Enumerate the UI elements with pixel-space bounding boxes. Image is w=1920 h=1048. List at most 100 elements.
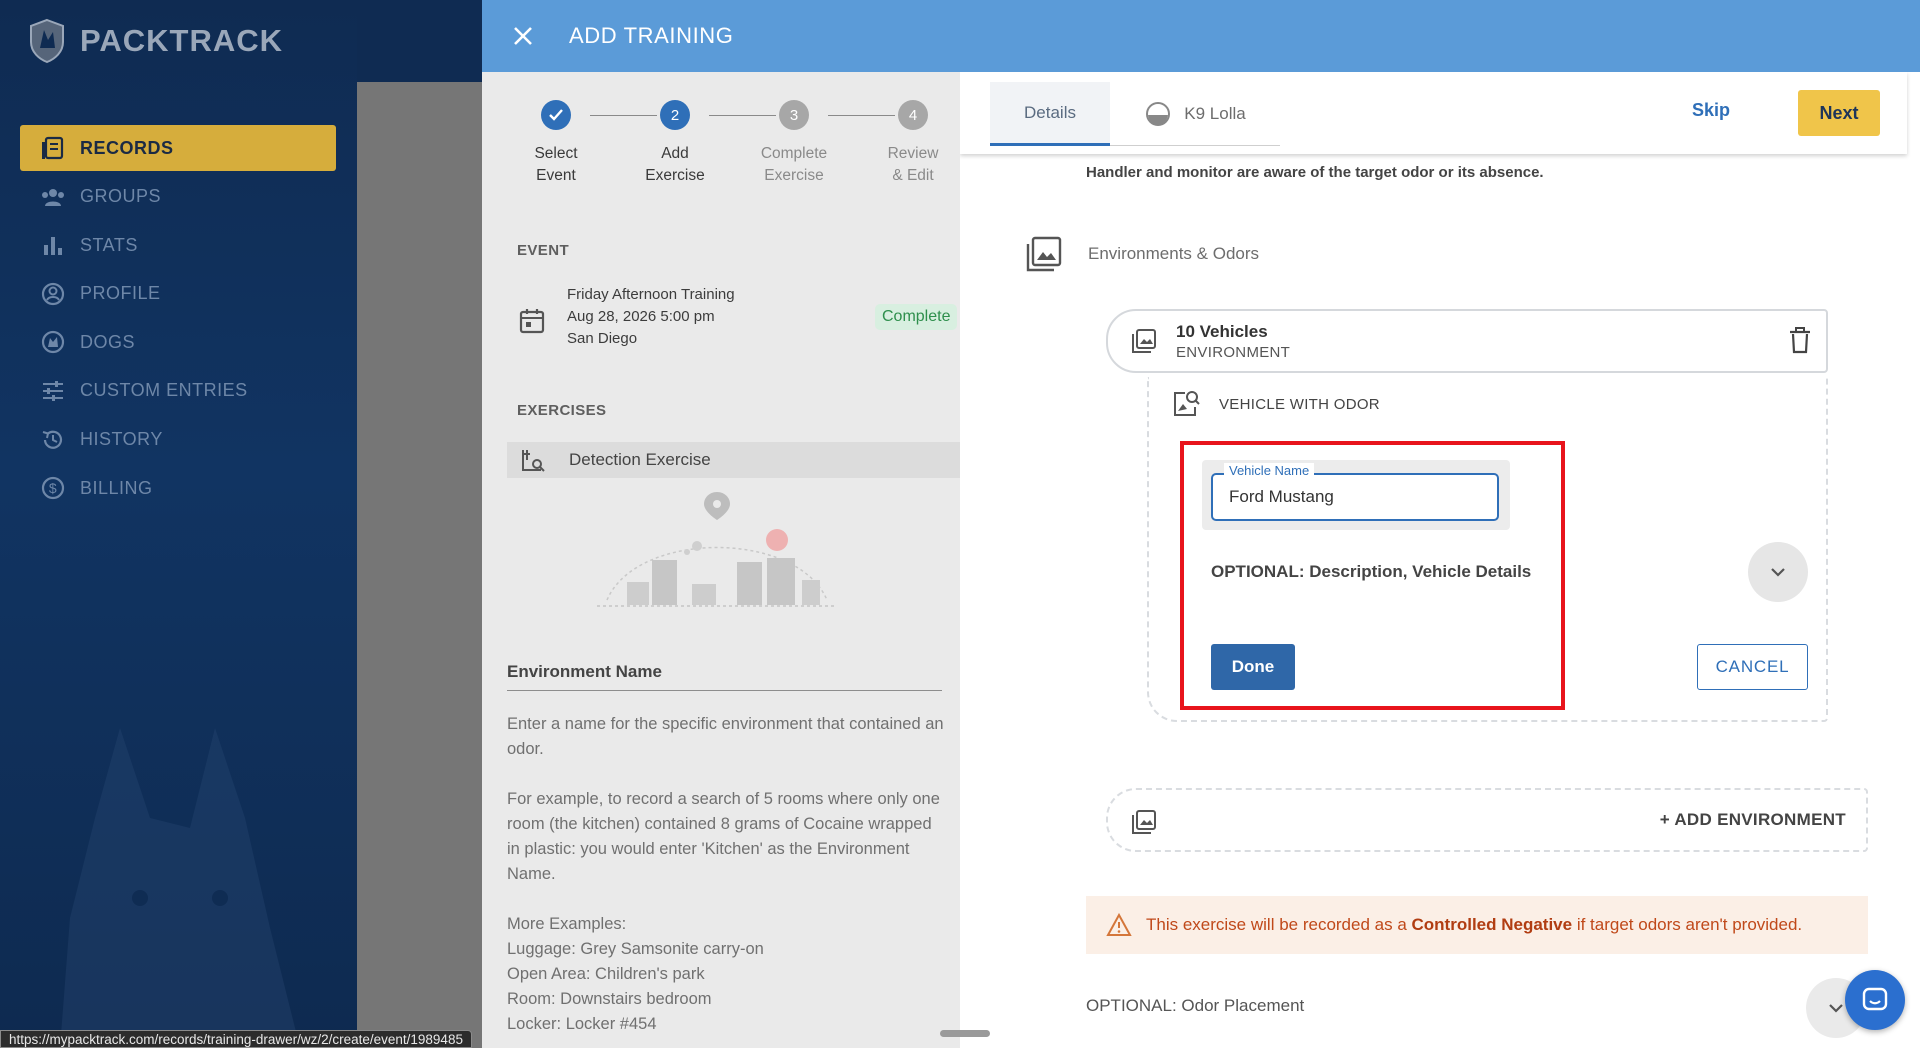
sliders-icon	[43, 380, 63, 401]
resize-handle[interactable]	[940, 1030, 990, 1037]
image-gallery-icon	[1132, 329, 1156, 353]
event-section-label: EVENT	[517, 242, 570, 259]
brand-name: PACKTRACK	[80, 23, 284, 58]
help-example: Open Area: Children's park	[507, 965, 705, 983]
warning-text: This exercise will be recorded as a	[1146, 915, 1412, 934]
nav-item-custom-entries[interactable]: CUSTOM ENTRIES	[20, 368, 336, 414]
cancel-button[interactable]: CANCEL	[1697, 644, 1808, 690]
dog-silhouette-image	[60, 728, 300, 1048]
app-sidebar: PACKTRACK RECORDS GROUPS STATS PROFILE D…	[0, 0, 357, 1048]
packtrack-logo[interactable]: PACKTRACK	[28, 18, 283, 64]
chevron-down-icon	[1829, 1004, 1843, 1013]
vehicle-name-label: Vehicle Name	[1224, 463, 1315, 478]
drawer-title: ADD TRAINING	[569, 23, 734, 48]
help-paragraph: Enter a name for the specific environmen…	[507, 715, 944, 758]
nav-label-groups: GROUPS	[80, 186, 162, 207]
tab-bar: Details K9 Lolla Skip Next	[960, 72, 1907, 154]
main-nav: RECORDS GROUPS STATS PROFILE DOGS CUSTOM…	[20, 125, 336, 514]
tab-details[interactable]: Details	[990, 82, 1110, 146]
step-label: Select	[534, 145, 578, 162]
step-add-exercise[interactable]: 2 Add Exercise	[625, 100, 725, 187]
nav-label-dogs: DOGS	[80, 331, 136, 352]
environment-type: ENVIRONMENT	[1176, 344, 1291, 361]
stepper: Select Event 2 Add Exercise 3 Complete Exer…	[506, 100, 938, 200]
nav-item-history[interactable]: HISTORY	[20, 417, 336, 463]
status-bar-url: https://mypacktrack.com/records/training…	[0, 1030, 472, 1048]
dogs-icon	[41, 331, 65, 354]
help-example: Luggage: Grey Samsonite carry-on	[507, 940, 764, 958]
step-label: Complete	[760, 145, 828, 162]
environment-card[interactable]: 10 Vehicles ENVIRONMENT	[1106, 309, 1828, 373]
help-examples-title: More Examples:	[507, 915, 627, 933]
environment-name: 10 Vehicles	[1176, 322, 1268, 341]
svg-text:$: $	[49, 480, 57, 496]
step-number: 3	[779, 100, 809, 130]
tab-dog[interactable]: K9 Lolla	[1110, 82, 1280, 146]
step-number: 2	[660, 100, 690, 130]
shield-logo-icon	[30, 18, 64, 64]
help-heading: Environment Name	[507, 662, 942, 691]
odor-placement-label: OPTIONAL: Odor Placement	[1086, 996, 1305, 1015]
nav-item-dogs[interactable]: DOGS	[20, 319, 336, 365]
add-environment-button[interactable]: + ADD ENVIRONMENT	[1660, 810, 1846, 830]
chevron-down-icon	[1771, 568, 1785, 577]
calendar-icon	[519, 309, 545, 334]
step-label: Review	[887, 145, 939, 162]
groups-icon	[42, 188, 64, 206]
skip-button[interactable]: Skip	[1692, 100, 1730, 121]
modal-scrim[interactable]	[357, 82, 482, 1048]
done-button[interactable]: Done	[1211, 644, 1295, 690]
step-review-edit[interactable]: 4 Review & Edit	[863, 100, 960, 187]
trash-icon[interactable]	[1788, 327, 1812, 355]
search-illustration-image	[597, 492, 837, 607]
nav-label-custom-entries: CUSTOM ENTRIES	[80, 380, 248, 401]
help-paragraph: For example, to record a search of 5 roo…	[507, 790, 940, 883]
nav-item-profile[interactable]: PROFILE	[20, 271, 336, 317]
step-label: Exercise	[764, 167, 824, 184]
nav-label-history: HISTORY	[80, 429, 163, 450]
controlled-negative-warning: This exercise will be recorded as a Cont…	[1086, 896, 1868, 954]
warning-icon	[1106, 913, 1132, 936]
next-button[interactable]: Next	[1798, 90, 1880, 136]
step-label: & Edit	[892, 167, 934, 184]
nav-item-groups[interactable]: GROUPS	[20, 174, 336, 220]
step-complete-exercise[interactable]: 3 Complete Exercise	[744, 100, 844, 187]
warning-text: if target odors aren't provided.	[1572, 915, 1803, 934]
drawer-header: ADD TRAINING	[482, 0, 1920, 72]
odor-panel-title: VEHICLE WITH ODOR	[1219, 395, 1380, 413]
exercise-list-item[interactable]: Detection Exercise	[507, 442, 960, 478]
nav-item-stats[interactable]: STATS	[20, 222, 336, 268]
event-datetime: Aug 28, 2026 5:00 pm	[567, 308, 715, 325]
expand-description-button[interactable]	[1748, 542, 1808, 602]
nav-label-stats: STATS	[80, 234, 138, 255]
exercises-section-label: EXERCISES	[517, 402, 607, 419]
overlay-top	[357, 0, 482, 82]
close-drawer-button[interactable]	[503, 16, 543, 56]
nav-item-billing[interactable]: $ BILLING	[20, 465, 336, 511]
vehicle-name-input[interactable]	[1211, 473, 1499, 521]
event-card[interactable]: Friday Afternoon Training Aug 28, 2026 5…	[517, 284, 958, 356]
help-text: Enter a name for the specific environmen…	[507, 712, 947, 1037]
image-search-icon	[1174, 391, 1200, 416]
step-select-event[interactable]: Select Event	[506, 100, 606, 187]
handler-note: Handler and monitor are aware of the tar…	[1086, 164, 1544, 181]
step-label: Event	[536, 167, 576, 184]
chat-support-button[interactable]	[1845, 970, 1905, 1030]
status-badge: Complete	[875, 304, 958, 330]
wizard-side-panel: Select Event 2 Add Exercise 3 Complete Exer…	[482, 72, 960, 1048]
help-example: Locker: Locker #454	[507, 1015, 657, 1033]
help-example: Room: Downstairs bedroom	[507, 990, 712, 1008]
step-number: 4	[898, 100, 928, 130]
step-label: Add	[661, 145, 689, 162]
stats-icon	[44, 237, 62, 256]
tab-label: Details	[1024, 102, 1076, 122]
optional-description-label: OPTIONAL: Description, Vehicle Details	[1211, 562, 1532, 581]
add-environment-row[interactable]: + ADD ENVIRONMENT	[1106, 788, 1868, 852]
exercise-label: Detection Exercise	[569, 450, 711, 469]
nav-label-records: RECORDS	[80, 137, 174, 158]
image-gallery-icon	[1132, 810, 1156, 834]
nav-item-records[interactable]: RECORDS	[20, 125, 336, 171]
records-icon	[42, 136, 64, 160]
tab-label: K9 Lolla	[1184, 103, 1246, 123]
section-title: Environments & Odors	[1088, 244, 1260, 263]
